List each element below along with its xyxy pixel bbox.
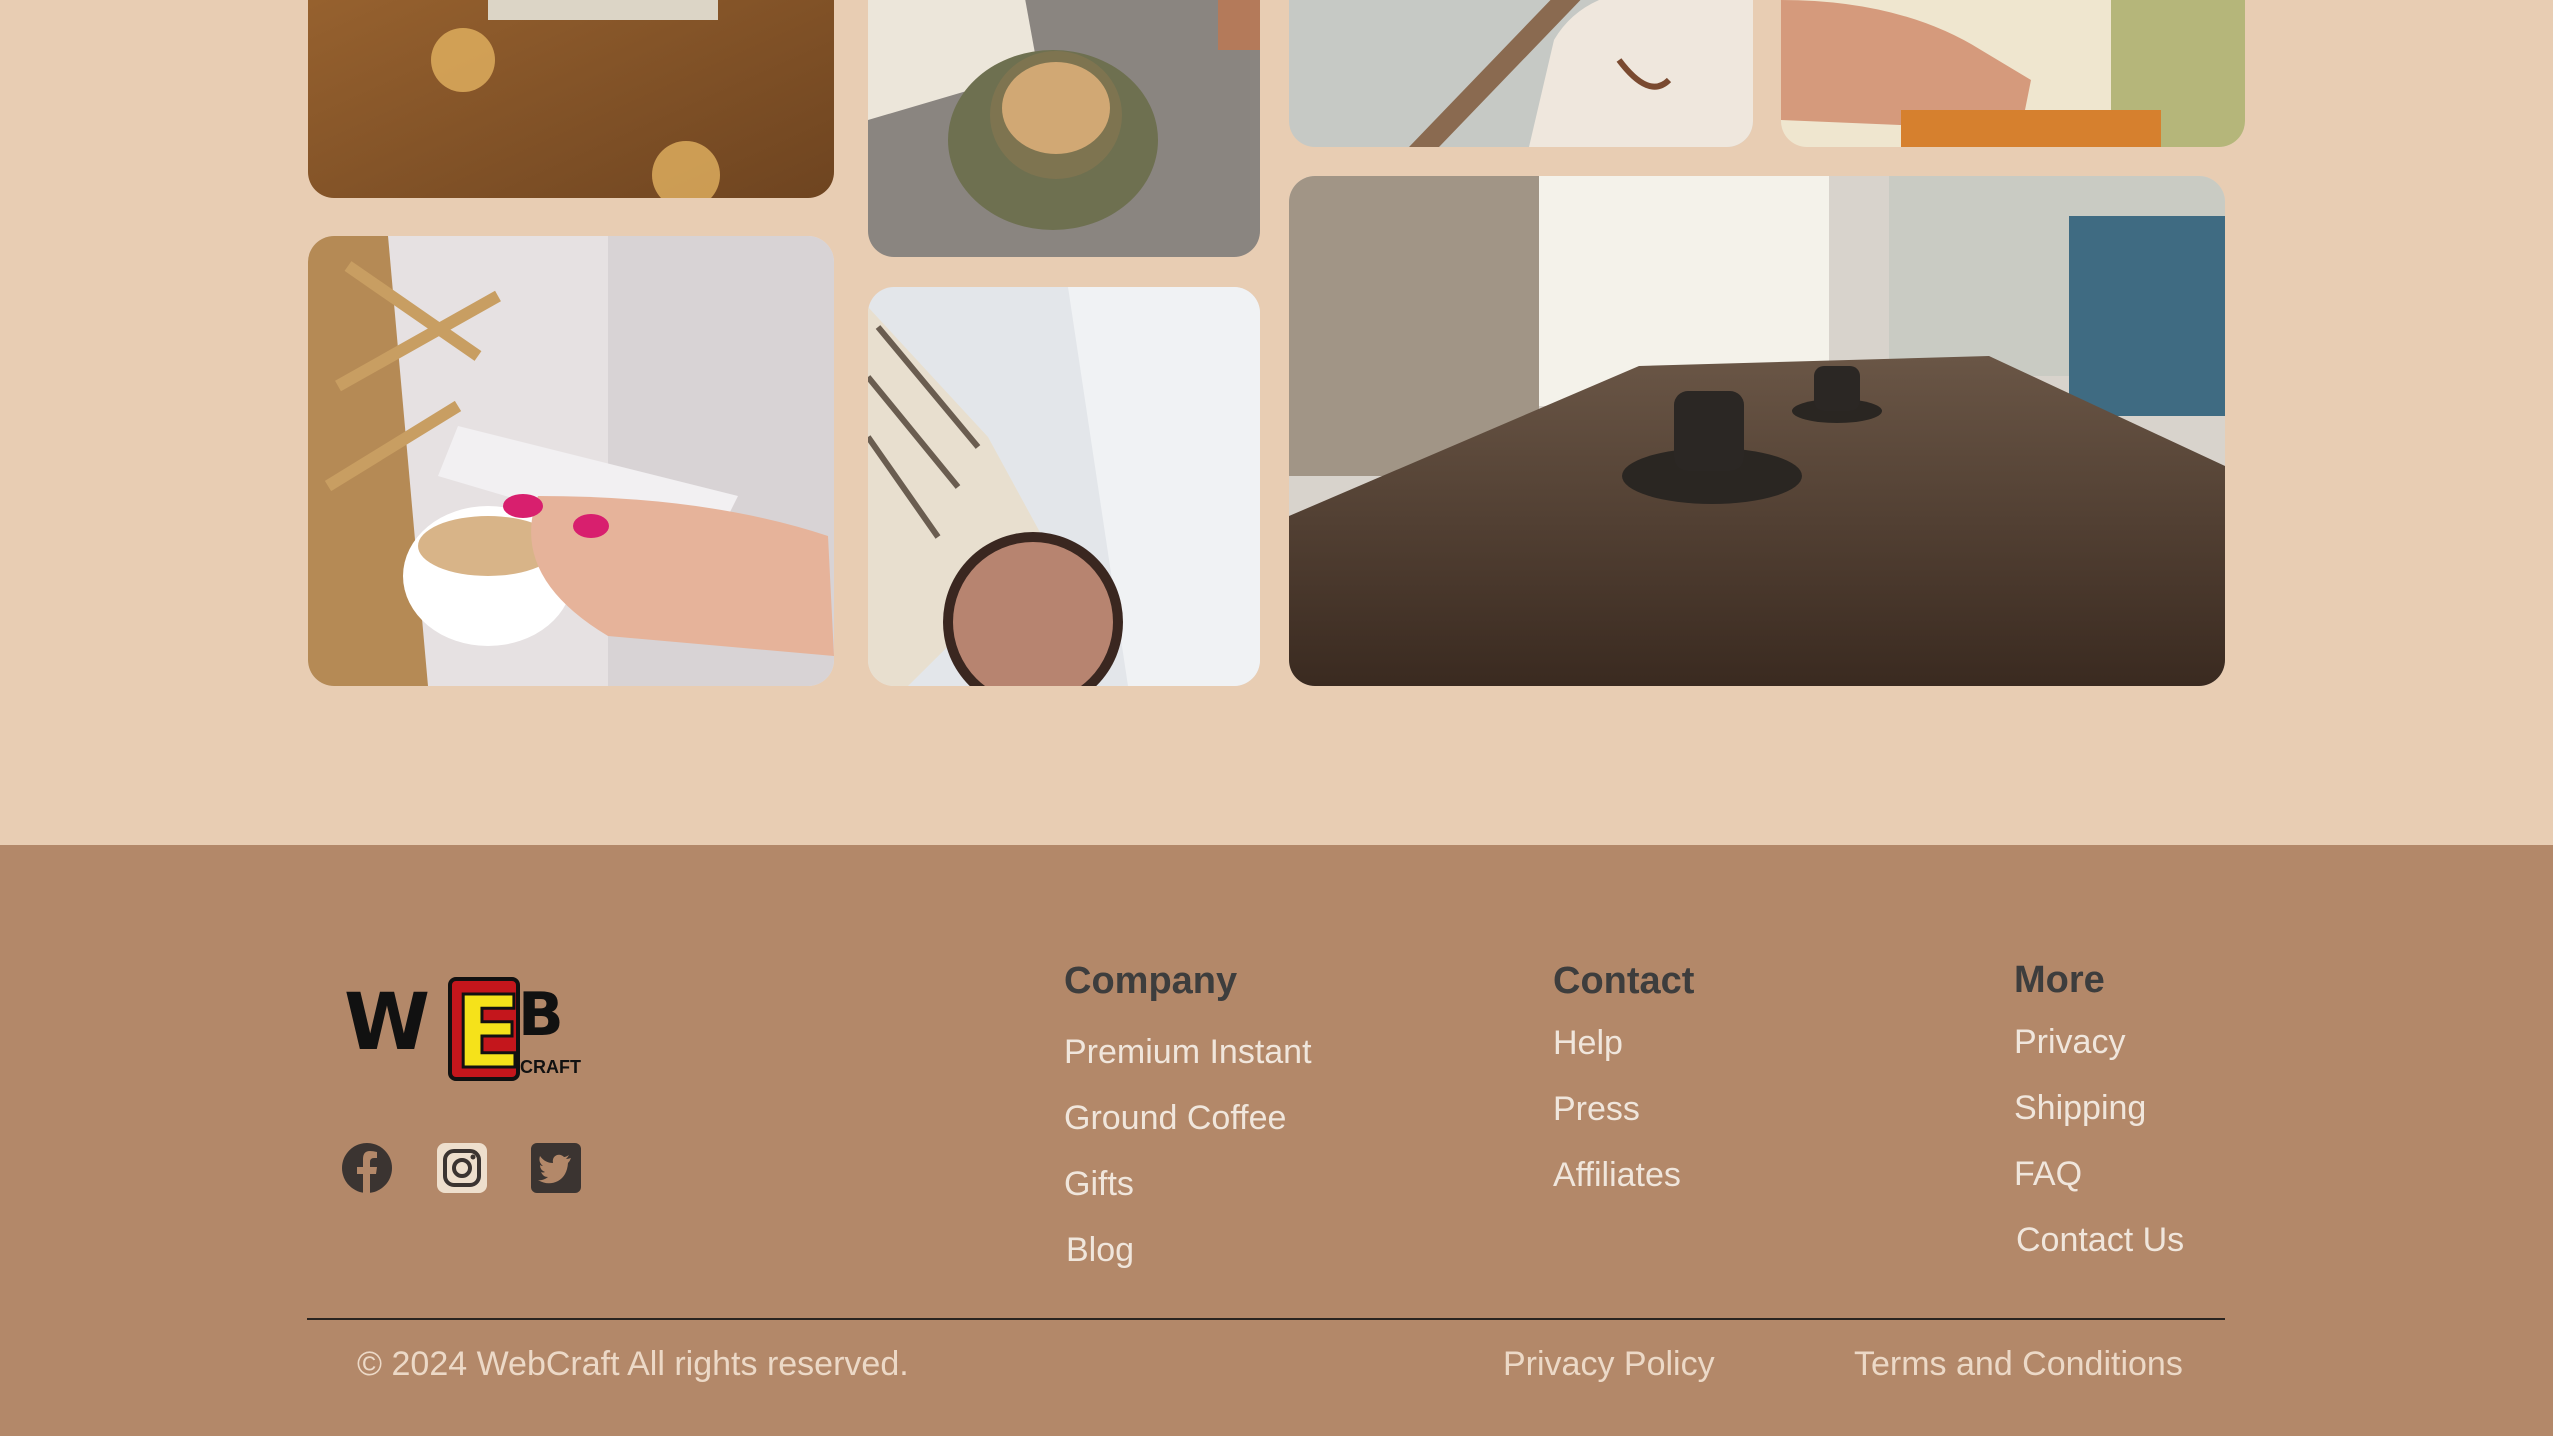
link-help[interactable]: Help xyxy=(1553,1024,1623,1063)
link-affiliates[interactable]: Affiliates xyxy=(1553,1156,1681,1195)
opening-book-photo xyxy=(1289,0,1753,147)
link-contact-us[interactable]: Contact Us xyxy=(2016,1221,2184,1260)
coffee-on-book-photo xyxy=(868,0,1260,257)
book-on-sweater-photo xyxy=(308,0,834,198)
svg-text:CRAFT: CRAFT xyxy=(520,1057,581,1077)
cafe-table-coffee-photo xyxy=(1289,176,2225,686)
webcraft-logo[interactable]: W E B CRAFT xyxy=(340,973,590,1093)
svg-text:B: B xyxy=(518,980,564,1050)
privacy-policy-link[interactable]: Privacy Policy xyxy=(1503,1345,1715,1384)
link-gifts[interactable]: Gifts xyxy=(1064,1165,1134,1204)
hand-holding-cup-photo xyxy=(1781,0,2245,147)
instagram-icon[interactable] xyxy=(436,1142,488,1194)
more-heading: More xyxy=(2014,959,2105,1001)
book-and-cocoa-photo xyxy=(868,287,1260,686)
contact-heading: Contact xyxy=(1553,960,1695,1002)
link-privacy[interactable]: Privacy xyxy=(2014,1023,2125,1062)
link-faq[interactable]: FAQ xyxy=(2014,1155,2082,1194)
svg-text:W: W xyxy=(344,978,430,1068)
svg-text:E: E xyxy=(454,977,522,1081)
terms-link[interactable]: Terms and Conditions xyxy=(1854,1345,2183,1384)
link-premium-instant[interactable]: Premium Instant xyxy=(1064,1033,1312,1072)
site-footer: W E B CRAFT Company Premium Instant Grou… xyxy=(0,845,2553,1436)
copyright-text: © 2024 WebCraft All rights reserved. xyxy=(357,1345,909,1383)
footer-divider xyxy=(307,1318,2225,1320)
link-ground-coffee[interactable]: Ground Coffee xyxy=(1064,1099,1286,1138)
link-press[interactable]: Press xyxy=(1553,1090,1640,1129)
phone-and-coffee-photo xyxy=(308,236,834,686)
twitter-icon[interactable] xyxy=(530,1142,582,1194)
link-blog[interactable]: Blog xyxy=(1066,1231,1134,1270)
company-heading: Company xyxy=(1064,960,1238,1002)
facebook-icon[interactable] xyxy=(341,1142,393,1194)
link-shipping[interactable]: Shipping xyxy=(2014,1089,2146,1128)
